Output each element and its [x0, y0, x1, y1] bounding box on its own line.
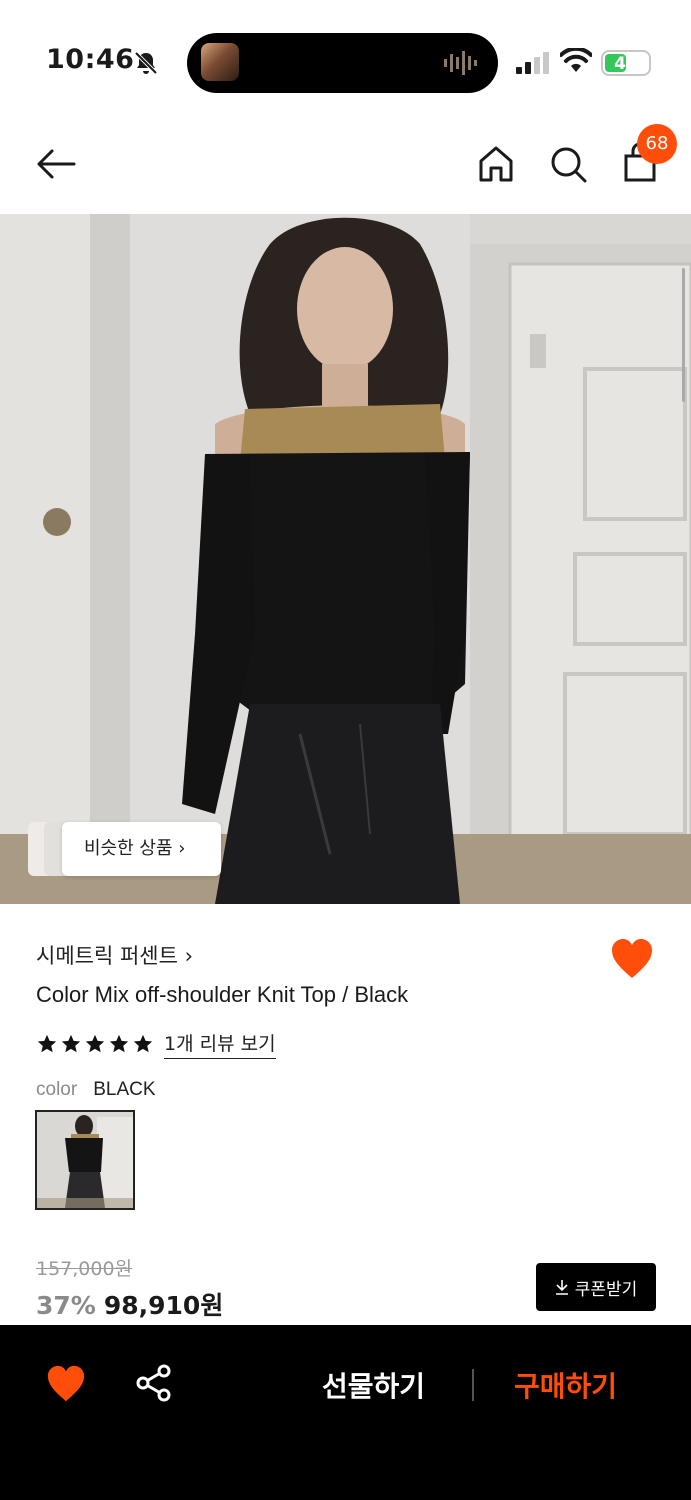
- original-price: 157,000원: [36, 1258, 133, 1280]
- cellular-signal-icon: [516, 52, 549, 74]
- color-value: BLACK: [93, 1079, 156, 1100]
- color-row: color BLACK: [36, 1078, 156, 1101]
- battery-level: 49: [614, 54, 638, 74]
- star-icon: [61, 1034, 81, 1053]
- wishlist-heart-icon[interactable]: [610, 938, 654, 980]
- product-hero-image[interactable]: [0, 214, 691, 904]
- final-price: 98,910원: [103, 1291, 224, 1320]
- similar-products-label: 비슷한 상품: [84, 838, 173, 859]
- search-icon[interactable]: [546, 142, 590, 186]
- star-icon: [85, 1034, 105, 1053]
- chevron-right-icon: ›: [184, 944, 194, 968]
- status-bar: 10:46 49: [0, 0, 691, 110]
- color-label: color: [36, 1079, 78, 1100]
- price-row: 37% 98,910원: [36, 1286, 223, 1322]
- dynamic-island[interactable]: [187, 33, 498, 93]
- wishlist-heart-icon[interactable]: [46, 1365, 86, 1403]
- audio-waveform-icon: [444, 51, 477, 75]
- rating-row: 1개 리뷰 보기: [36, 1029, 276, 1059]
- wifi-icon: [560, 48, 592, 72]
- now-playing-thumbnail: [201, 43, 239, 81]
- color-swatch-black[interactable]: [35, 1110, 135, 1210]
- similar-products-button[interactable]: 비슷한 상품 ›: [62, 822, 221, 876]
- star-rating: [36, 1033, 154, 1055]
- status-time: 10:46: [46, 44, 135, 75]
- divider: [472, 1369, 474, 1401]
- cart-count-badge: 68: [637, 124, 677, 164]
- swatch-thumbnail: [37, 1112, 133, 1208]
- review-link[interactable]: 1개 리뷰 보기: [164, 1029, 276, 1059]
- bottom-action-bar: 선물하기 구매하기: [0, 1325, 691, 1500]
- share-icon[interactable]: [134, 1363, 174, 1403]
- star-icon: [133, 1034, 153, 1053]
- brand-link[interactable]: 시메트릭 퍼센트 ›: [36, 940, 193, 970]
- top-navigation: [0, 110, 691, 214]
- discount-percent: 37%: [36, 1291, 96, 1320]
- product-title: Color Mix off-shoulder Knit Top / Black: [36, 982, 409, 1007]
- brand-name: 시메트릭 퍼센트: [36, 944, 178, 968]
- coupon-download-button[interactable]: 쿠폰받기: [536, 1263, 656, 1311]
- back-arrow-icon[interactable]: [34, 142, 78, 186]
- home-icon[interactable]: [474, 142, 518, 186]
- scroll-indicator: [682, 268, 685, 402]
- bell-muted-icon: [134, 51, 158, 75]
- download-icon: [555, 1280, 568, 1295]
- buy-button[interactable]: 구매하기: [514, 1365, 617, 1405]
- star-icon: [37, 1034, 57, 1053]
- star-icon: [109, 1034, 129, 1053]
- hero-photo: [0, 214, 691, 904]
- battery-indicator: 49: [601, 50, 651, 76]
- chevron-right-icon: ›: [178, 838, 186, 859]
- gift-button[interactable]: 선물하기: [322, 1365, 425, 1405]
- coupon-label: 쿠폰받기: [574, 1279, 638, 1300]
